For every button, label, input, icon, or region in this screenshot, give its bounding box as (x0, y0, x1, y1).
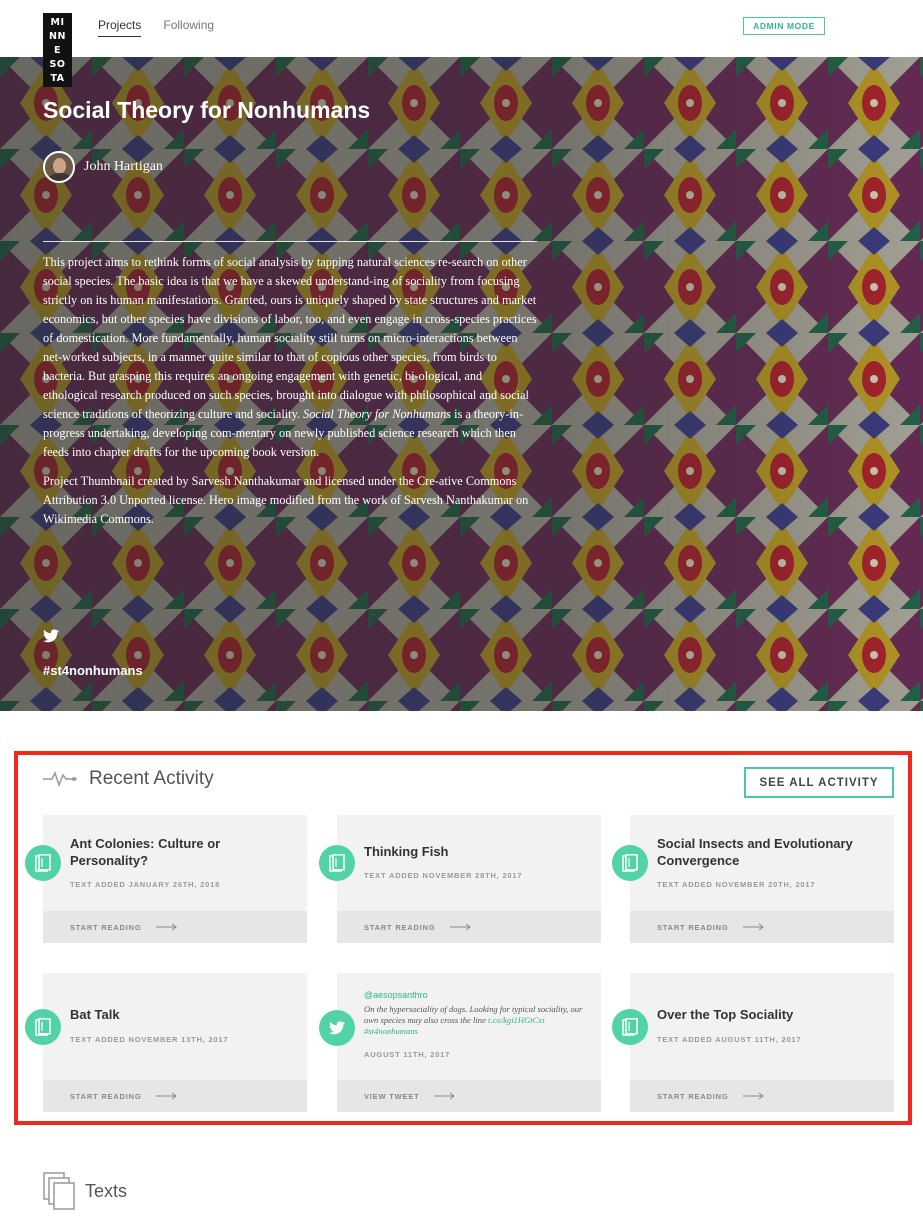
arrow-right-icon (155, 923, 177, 931)
arrow-right-icon (433, 1092, 455, 1100)
admin-mode-button[interactable]: ADMIN MODE (743, 17, 825, 35)
card-title: Ant Colonies: Culture or Personality? (70, 836, 221, 868)
activity-card[interactable]: Thinking Fish TEXT ADDED NOVEMBER 28TH, … (337, 815, 601, 943)
author-name: John Hartigan (84, 159, 163, 174)
project-hero: Social Theory for Nonhumans John Hartiga… (0, 57, 923, 711)
text-badge-icon (25, 1009, 61, 1045)
author-avatar (43, 151, 75, 183)
main-nav: Projects Following (98, 18, 214, 37)
card-footer[interactable]: START READING (630, 911, 894, 943)
description-text: This project aims to rethink forms of so… (43, 255, 537, 421)
texts-stack-icon (43, 1172, 75, 1210)
logo-line: MI (50, 17, 65, 28)
start-reading-link: START READING (70, 1091, 142, 1101)
twitter-badge-icon (319, 1010, 355, 1046)
card-footer[interactable]: START READING (337, 911, 601, 943)
logo-line: TA (50, 73, 65, 84)
arrow-right-icon (742, 923, 764, 931)
activity-card[interactable]: Bat Talk TEXT ADDED NOVEMBER 13TH, 2017 … (43, 973, 307, 1112)
twitter-icon[interactable] (43, 629, 59, 643)
project-description: This project aims to rethink forms of so… (43, 253, 537, 539)
arrow-right-icon (742, 1092, 764, 1100)
tweet-body: On the hypersociality of dogs. Looking f… (364, 1004, 584, 1037)
text-badge-icon (612, 1009, 648, 1045)
tweet-handle[interactable]: @aesopsanthro (364, 990, 428, 1000)
nav-projects[interactable]: Projects (98, 18, 142, 37)
recent-activity-header: Recent Activity (43, 768, 214, 790)
minnesota-logo[interactable]: MI NN E SO TA (43, 13, 72, 87)
start-reading-link: START READING (70, 922, 142, 932)
start-reading-link: START READING (657, 922, 729, 932)
activity-pulse-icon (43, 771, 77, 788)
card-footer[interactable]: START READING (630, 1080, 894, 1112)
card-title: Thinking Fish (364, 844, 449, 859)
text-badge-icon (612, 845, 648, 881)
arrow-right-icon (449, 923, 471, 931)
card-title: Social Insects and Evolutionary Converge… (657, 836, 853, 868)
card-title: Bat Talk (70, 1007, 120, 1022)
tweet-card[interactable]: @aesopsanthro On the hypersociality of d… (337, 973, 601, 1112)
text-badge-icon (25, 845, 61, 881)
card-footer[interactable]: START READING (43, 1080, 307, 1112)
description-emphasis: Social Theory for Nonhumans (303, 407, 451, 421)
project-title: Social Theory for Nonhumans (43, 97, 371, 123)
top-header: Projects Following ADMIN MODE (0, 0, 923, 57)
credits-paragraph: Project Thumbnail created by Sarvesh Nan… (43, 474, 529, 526)
activity-card[interactable]: Social Insects and Evolutionary Converge… (630, 815, 894, 943)
nav-following[interactable]: Following (163, 18, 214, 37)
project-hashtag[interactable]: #st4nonhumans (43, 663, 143, 678)
logo-line: E (54, 45, 61, 56)
tweet-text: On the hypersociality of dogs. Looking f… (364, 1004, 583, 1025)
activity-card[interactable]: Ant Colonies: Culture or Personality? TE… (43, 815, 307, 943)
card-title: Over the Top Sociality (657, 1007, 794, 1022)
logo-line: SO (49, 59, 66, 70)
start-reading-link: START READING (364, 922, 436, 932)
logo-line: NN (49, 31, 66, 42)
arrow-right-icon (155, 1092, 177, 1100)
texts-section-header: Texts (43, 1172, 127, 1210)
view-tweet-link: VIEW TWEET (364, 1091, 420, 1101)
description-paragraph: This project aims to rethink forms of so… (43, 253, 537, 462)
card-footer[interactable]: START READING (43, 911, 307, 943)
card-meta: TEXT ADDED NOVEMBER 28TH, 2017 (364, 871, 523, 880)
activity-card[interactable]: Over the Top Sociality TEXT ADDED AUGUST… (630, 973, 894, 1112)
recent-activity-title: Recent Activity (89, 768, 214, 789)
see-all-activity-button[interactable]: SEE ALL ACTIVITY (744, 767, 894, 798)
card-footer[interactable]: VIEW TWEET (337, 1080, 601, 1112)
card-meta: TEXT ADDED JANUARY 26TH, 2018 (70, 880, 221, 889)
card-meta: TEXT ADDED NOVEMBER 13TH, 2017 (70, 1035, 229, 1044)
texts-title: Texts (85, 1180, 128, 1201)
card-meta: TEXT ADDED AUGUST 11TH, 2017 (657, 1035, 802, 1044)
card-meta: TEXT ADDED NOVEMBER 20TH, 2017 (657, 880, 816, 889)
text-badge-icon (319, 845, 355, 881)
start-reading-link: START READING (657, 1091, 729, 1101)
author-byline[interactable]: John Hartigan (43, 151, 163, 183)
hero-divider (43, 241, 537, 242)
tweet-date: AUGUST 11TH, 2017 (364, 1050, 451, 1059)
